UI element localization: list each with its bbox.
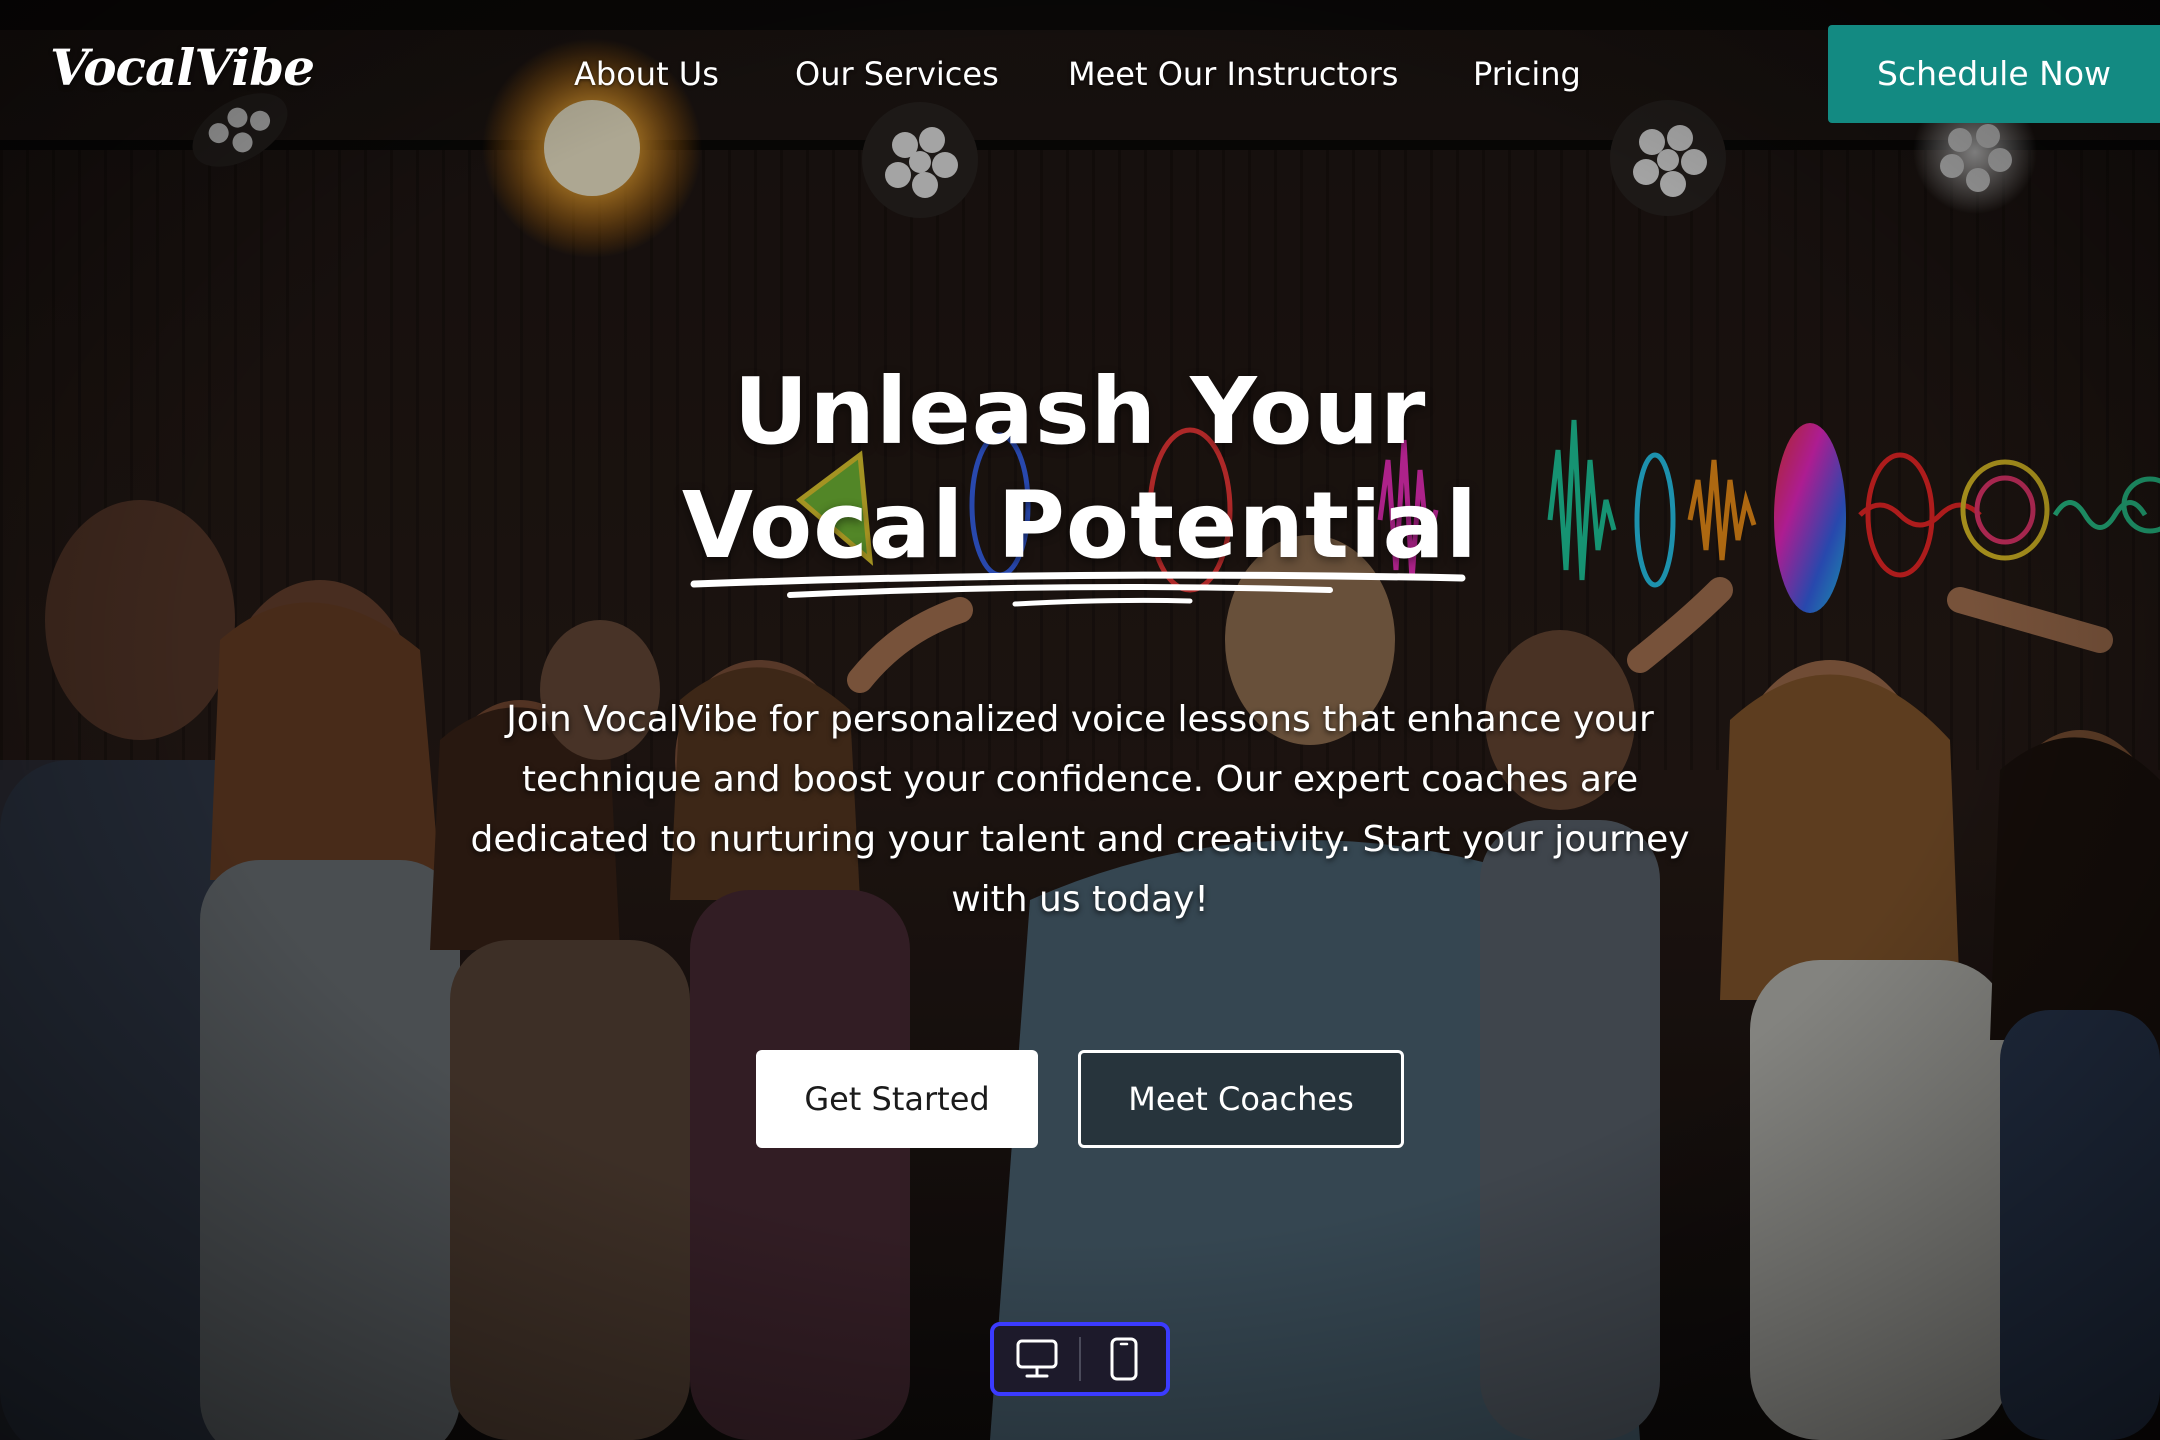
nav-link-meet-our-instructors[interactable]: Meet Our Instructors <box>1068 50 1398 98</box>
brand-logo[interactable]: VocalVibe <box>50 38 315 97</box>
nav-link-our-services[interactable]: Our Services <box>795 50 999 98</box>
desktop-icon <box>1016 1339 1057 1378</box>
hero-subtitle: Join VocalVibe for personalized voice le… <box>470 699 1690 920</box>
landing-page: VocalVibe About Us Our Services Meet Our… <box>0 0 2160 1440</box>
hero-title: Unleash Your Vocal Potential <box>0 355 2160 583</box>
device-preview-toggle <box>990 1322 1170 1396</box>
schedule-now-button[interactable]: Schedule Now <box>1828 25 2160 123</box>
meet-coaches-button[interactable]: Meet Coaches <box>1078 1050 1404 1148</box>
desktop-view-button[interactable] <box>994 1326 1079 1392</box>
title-underline-scribble <box>690 571 1466 607</box>
hero-title-line-2: Vocal Potential <box>681 472 1479 579</box>
hero-title-line-1: Unleash Your <box>733 358 1427 465</box>
nav-link-about-us[interactable]: About Us <box>574 50 719 98</box>
nav-link-pricing[interactable]: Pricing <box>1473 50 1581 98</box>
mobile-icon <box>1110 1337 1137 1381</box>
get-started-button[interactable]: Get Started <box>756 1050 1038 1148</box>
mobile-view-button[interactable] <box>1081 1326 1166 1392</box>
